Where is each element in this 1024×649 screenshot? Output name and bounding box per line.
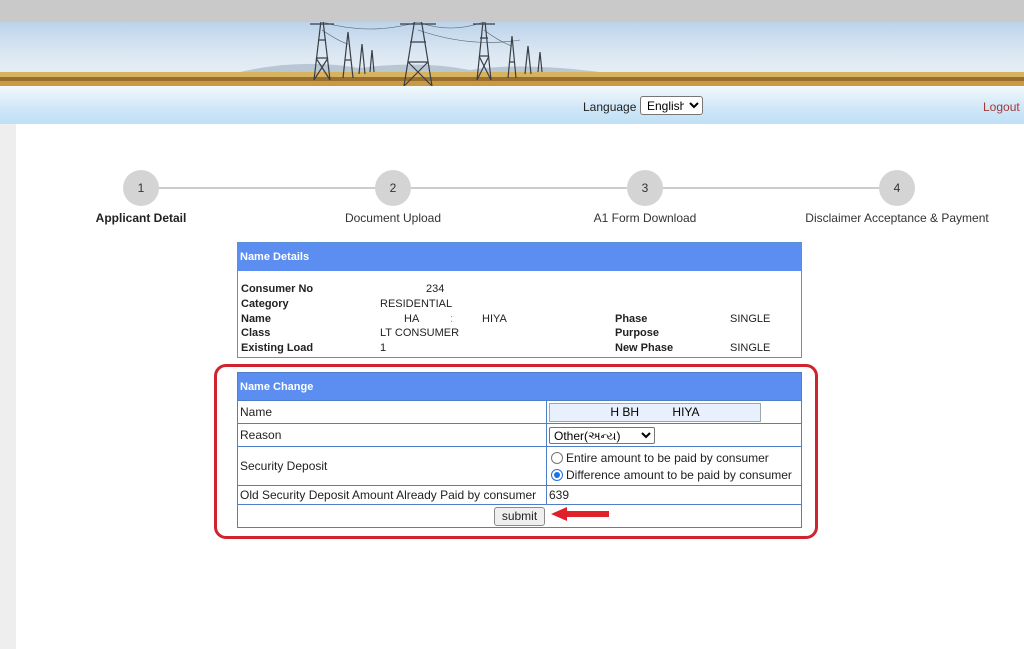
language-select[interactable]: English bbox=[640, 96, 703, 115]
consumer-no-label: Consumer No bbox=[241, 283, 314, 295]
name-value-first: HA bbox=[404, 313, 420, 325]
name-value-last: HIYA bbox=[482, 313, 507, 325]
name-label: Name bbox=[241, 313, 271, 325]
step-3-circle: 3 bbox=[627, 170, 663, 206]
class-label: Class bbox=[241, 327, 271, 339]
class-value: LT CONSUMER bbox=[380, 327, 460, 339]
step-connector bbox=[663, 187, 881, 189]
step-2-circle: 2 bbox=[375, 170, 411, 206]
consumer-no-value: 234 bbox=[426, 283, 445, 295]
top-strip bbox=[0, 0, 1024, 22]
step-1-circle: 1 bbox=[123, 170, 159, 206]
category-value: RESIDENTIAL bbox=[380, 298, 453, 310]
purpose-label: Purpose bbox=[615, 327, 660, 339]
annotation-arrow-icon bbox=[551, 507, 609, 521]
phase-label: Phase bbox=[615, 313, 648, 325]
language-label: Language : bbox=[583, 100, 644, 114]
new-phase-value: SINGLE bbox=[730, 342, 771, 354]
logout-link[interactable]: Logout bbox=[983, 100, 1020, 114]
new-phase-label: New Phase bbox=[615, 342, 674, 354]
main-content: 1 2 3 4 Applicant Detail Document Upload… bbox=[16, 124, 1024, 649]
step-connector bbox=[159, 187, 381, 189]
header-banner bbox=[0, 22, 1024, 86]
existing-load-label: Existing Load bbox=[241, 342, 314, 354]
step-2-label: Document Upload bbox=[344, 211, 442, 225]
existing-load-value: 1 bbox=[380, 342, 387, 354]
name-details-title: Name Details bbox=[238, 243, 801, 271]
step-connector bbox=[411, 187, 627, 189]
step-1-label: Applicant Detail bbox=[95, 211, 187, 225]
power-tower-illustration bbox=[0, 22, 1024, 86]
name-details-panel: Name Details Consumer No 234 Category RE… bbox=[237, 242, 802, 358]
phase-value: SINGLE bbox=[730, 313, 771, 325]
step-3-label: A1 Form Download bbox=[593, 211, 697, 225]
language-bar: Language : English Logout bbox=[0, 86, 1024, 124]
name-value-separator: : bbox=[450, 313, 454, 325]
step-4-circle: 4 bbox=[879, 170, 915, 206]
annotation-highlight-box bbox=[214, 364, 818, 539]
category-label: Category bbox=[241, 298, 289, 310]
step-4-label: Disclaimer Acceptance & Payment bbox=[805, 211, 989, 225]
